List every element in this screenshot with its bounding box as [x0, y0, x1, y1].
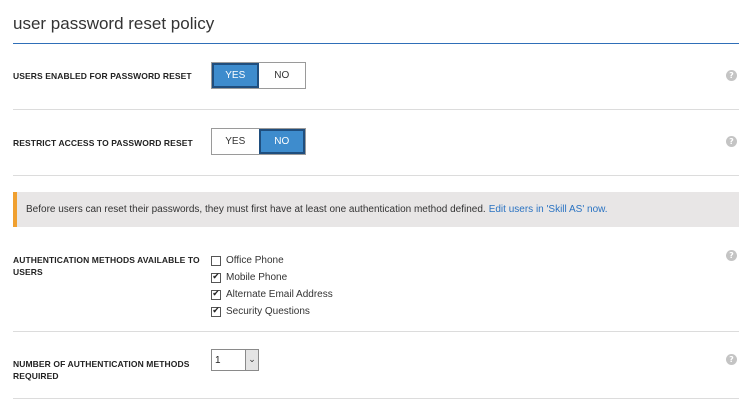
auth-method-label: Security Questions: [226, 306, 310, 317]
checkbox[interactable]: ✔: [211, 306, 221, 317]
page-title: user password reset policy: [13, 14, 215, 33]
checkbox[interactable]: ✔: [211, 272, 221, 283]
restrict-access-yes-button[interactable]: YES: [212, 129, 259, 154]
checkbox[interactable]: [211, 255, 221, 266]
divider: [13, 109, 739, 110]
users-enabled-no-button[interactable]: NO: [259, 63, 306, 88]
auth-methods-list: Office Phone ✔ Mobile Phone ✔ Alternate …: [211, 252, 333, 320]
divider: [13, 175, 739, 176]
restrict-access-toggle[interactable]: YES NO: [211, 128, 306, 155]
title-underline: [13, 43, 739, 44]
restrict-access-no-button[interactable]: NO: [258, 129, 305, 154]
help-icon[interactable]: ?: [726, 136, 737, 147]
edit-users-link[interactable]: Edit users in 'Skill AS' now.: [489, 204, 608, 215]
auth-method-security-questions[interactable]: ✔ Security Questions: [211, 303, 333, 320]
help-icon[interactable]: ?: [726, 354, 737, 365]
auth-method-label: Mobile Phone: [226, 272, 288, 283]
help-icon[interactable]: ?: [726, 250, 737, 261]
auth-methods-label: AUTHENTICATION METHODS AVAILABLE TO USER…: [13, 255, 200, 277]
auth-method-office-phone[interactable]: Office Phone: [211, 252, 333, 269]
num-methods-label: NUMBER OF AUTHENTICATION METHODS REQUIRE…: [13, 359, 190, 381]
help-icon[interactable]: ?: [726, 70, 737, 81]
auth-method-label: Alternate Email Address: [226, 289, 333, 300]
users-enabled-toggle[interactable]: YES NO: [211, 62, 306, 89]
auth-method-alternate-email[interactable]: ✔ Alternate Email Address: [211, 286, 333, 303]
chevron-down-icon[interactable]: ⌄: [245, 350, 258, 370]
num-methods-select[interactable]: 1 ⌄: [211, 349, 259, 371]
num-methods-value: 1: [215, 354, 221, 366]
users-enabled-yes-button[interactable]: YES: [212, 63, 259, 88]
auth-method-label: Office Phone: [226, 255, 284, 266]
auth-method-notice: Before users can reset their passwords, …: [13, 192, 739, 227]
users-enabled-label: USERS ENABLED FOR PASSWORD RESET: [13, 71, 192, 81]
auth-method-mobile-phone[interactable]: ✔ Mobile Phone: [211, 269, 333, 286]
divider: [13, 398, 739, 399]
restrict-access-label: RESTRICT ACCESS TO PASSWORD RESET: [13, 138, 193, 148]
checkbox[interactable]: ✔: [211, 289, 221, 300]
notice-text: Before users can reset their passwords, …: [26, 204, 486, 215]
divider: [13, 331, 739, 332]
